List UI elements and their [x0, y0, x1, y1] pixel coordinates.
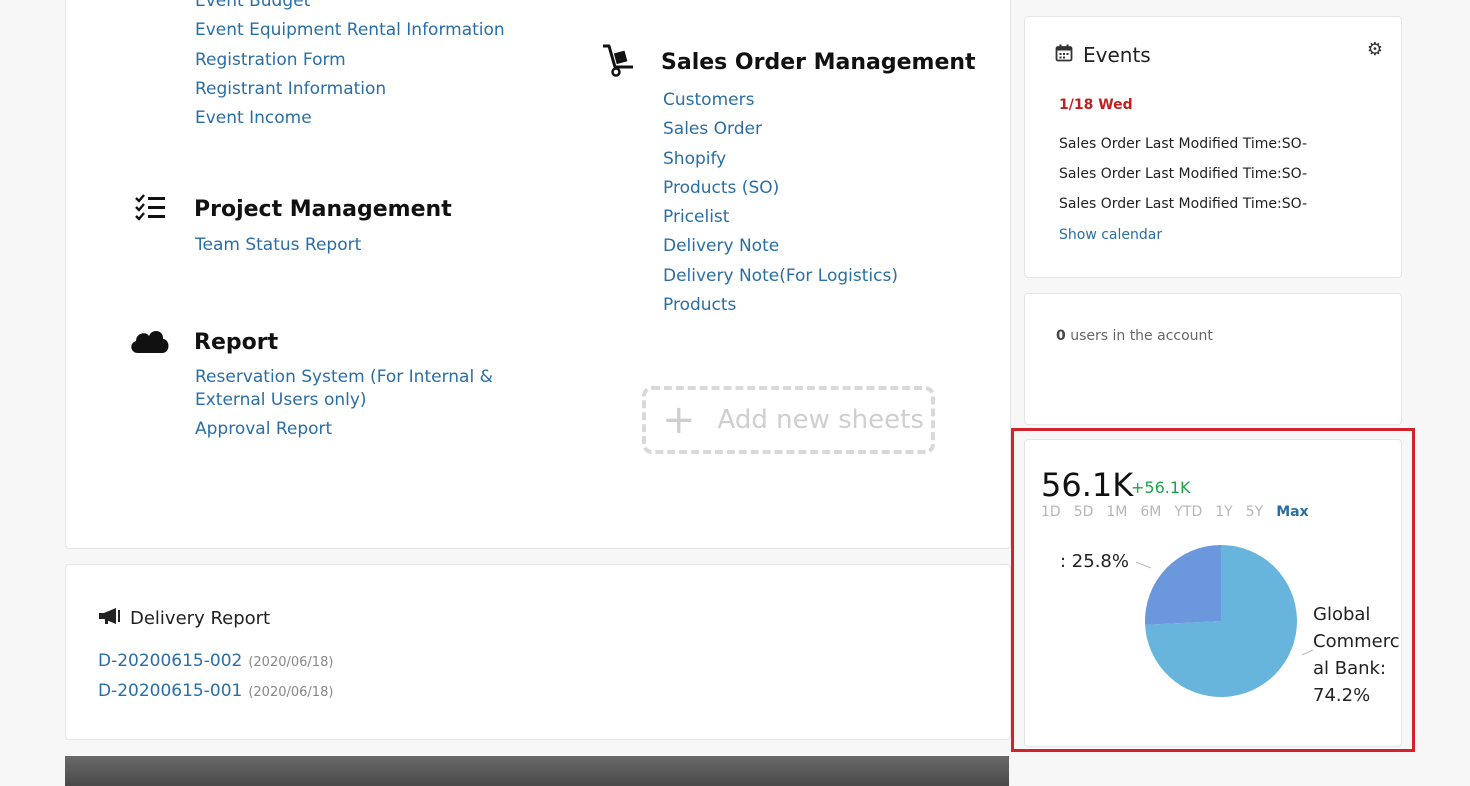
pie-label-line: 74.2%: [1313, 685, 1370, 706]
sales-link-delivery-note-logistics[interactable]: Delivery Note(For Logistics): [663, 262, 898, 291]
sales-link-products-so[interactable]: Products (SO): [663, 174, 898, 203]
sales-link-sales-order[interactable]: Sales Order: [663, 115, 898, 144]
users-count-text: 0 users in the account: [1056, 328, 1213, 344]
pie-label-line: Commerc: [1313, 631, 1400, 652]
delivery-date: (2020/06/18): [248, 685, 334, 700]
pie-slice-other[interactable]: [1145, 545, 1221, 625]
event-item[interactable]: Sales Order Last Modified Time:SO-: [1059, 196, 1307, 212]
event-link-registration-form[interactable]: Registration Form: [195, 46, 505, 75]
sales-link-shopify[interactable]: Shopify: [663, 145, 898, 174]
delivery-report-card: Delivery Report D-20200615-002 (2020/06/1…: [65, 564, 1011, 740]
sales-link-customers[interactable]: Customers: [663, 86, 898, 115]
calendar-icon: [1055, 43, 1073, 67]
project-links: Team Status Report: [195, 231, 361, 260]
delivery-report-title: Delivery Report: [130, 608, 271, 629]
event-link-registrant-information[interactable]: Registrant Information: [195, 75, 505, 104]
event-link-budget[interactable]: Event Budget: [195, 0, 505, 16]
modules-card: Event Budget Event Equipment Rental Info…: [65, 0, 1011, 549]
add-new-sheets-label: Add new sheets: [717, 405, 924, 435]
report-link-approval-report[interactable]: Approval Report: [195, 415, 493, 444]
report-link-reservation-line1[interactable]: Reservation System (For Internal &: [195, 366, 493, 389]
project-heading: Project Management: [134, 189, 452, 229]
event-item[interactable]: Sales Order Last Modified Time:SO-: [1059, 166, 1307, 182]
report-title[interactable]: Report: [194, 330, 278, 355]
pie-chart: : 25.8% Global Commerc al Bank: 74.2%: [1060, 545, 1400, 706]
sales-link-products[interactable]: Products: [663, 291, 898, 320]
event-links: Event Budget Event Equipment Rental Info…: [195, 0, 505, 133]
add-new-sheets-button[interactable]: + Add new sheets: [642, 386, 935, 454]
events-title: Events: [1083, 43, 1151, 67]
users-count: 0: [1056, 328, 1066, 344]
event-link-income[interactable]: Event Income: [195, 104, 505, 133]
pie-label-line: Global: [1313, 604, 1370, 625]
delivery-row: D-20200615-001 (2020/06/18): [98, 681, 333, 701]
plus-icon: +: [662, 397, 696, 443]
hand-truck-icon: [601, 43, 661, 81]
pie-label-small: : 25.8%: [1060, 551, 1129, 572]
delivery-row: D-20200615-002 (2020/06/18): [98, 651, 333, 671]
users-suffix: users in the account: [1065, 328, 1213, 344]
cloud-icon: [128, 325, 194, 359]
leader-line-small: [1135, 561, 1152, 569]
event-item[interactable]: Sales Order Last Modified Time:SO-: [1059, 136, 1307, 152]
sales-link-pricelist[interactable]: Pricelist: [663, 203, 898, 232]
megaphone-icon: [98, 607, 122, 630]
delivery-link[interactable]: D-20200615-001: [98, 681, 242, 701]
leader-line-large: [1301, 649, 1314, 656]
sales-links: Customers Sales Order Shopify Products (…: [663, 86, 898, 320]
pie-widget-card: 56.1K +56.1K 1D 5D 1M 6M YTD 1Y 5Y Max :…: [1024, 439, 1402, 747]
event-link-equipment-rental[interactable]: Event Equipment Rental Information: [195, 16, 505, 45]
pie-label-line: al Bank:: [1313, 658, 1386, 679]
show-calendar-link[interactable]: Show calendar: [1059, 227, 1162, 243]
delivery-date: (2020/06/18): [248, 655, 334, 670]
events-card: Events ⚙ 1/18 Wed Sales Order Last Modif…: [1024, 16, 1402, 278]
report-links: Reservation System (For Internal & Exter…: [195, 366, 493, 444]
project-link-team-status-report[interactable]: Team Status Report: [195, 231, 361, 260]
checklist-icon: [134, 193, 194, 225]
sales-title[interactable]: Sales Order Management: [661, 50, 976, 75]
gear-icon[interactable]: ⚙: [1367, 39, 1383, 60]
delivery-link[interactable]: D-20200615-002: [98, 651, 242, 671]
delivery-report-heading: Delivery Report: [98, 607, 270, 630]
sales-link-delivery-note[interactable]: Delivery Note: [663, 232, 898, 261]
events-date: 1/18 Wed: [1059, 97, 1133, 113]
sales-heading: Sales Order Management: [601, 42, 976, 82]
project-title[interactable]: Project Management: [194, 197, 452, 222]
report-heading: Report: [128, 322, 278, 362]
users-card: 0 users in the account: [1024, 293, 1402, 425]
report-link-reservation-line2[interactable]: External Users only): [195, 389, 493, 412]
events-heading: Events: [1055, 43, 1151, 67]
